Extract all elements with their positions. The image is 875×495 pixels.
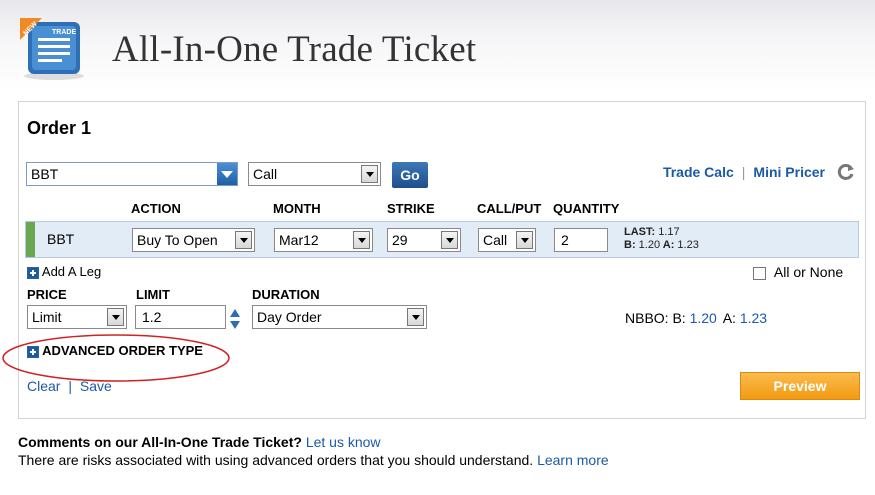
let-us-know-link[interactable]: Let us know <box>306 434 381 450</box>
mini-pricer-link[interactable]: Mini Pricer <box>753 164 825 180</box>
all-or-none-option[interactable]: All or None <box>753 264 843 280</box>
ask-label: A: <box>662 239 675 251</box>
chevron-down-icon[interactable] <box>107 308 124 326</box>
limit-price-input[interactable]: 1.2 <box>135 305 226 329</box>
preview-button[interactable]: Preview <box>740 372 860 400</box>
ask-value: 1.23 <box>677 239 699 251</box>
tool-links: Trade Calc | Mini Pricer <box>663 163 855 181</box>
limit-label: LIMIT <box>136 287 170 302</box>
refresh-icon[interactable] <box>837 163 855 181</box>
duration-label: DURATION <box>252 287 320 302</box>
nbbo-quote: NBBO: B: 1.20 A: 1.23 <box>625 310 767 326</box>
chevron-down-icon[interactable] <box>217 163 237 185</box>
page-title: All-In-One Trade Ticket <box>112 29 477 70</box>
chevron-down-icon[interactable] <box>235 231 252 249</box>
form-actions: Clear | Save <box>27 378 112 394</box>
last-label: LAST: <box>624 226 656 238</box>
column-call-put: CALL/PUT <box>477 201 542 216</box>
call-put-select-value: Call <box>483 232 508 248</box>
duration-select[interactable]: Day Order <box>252 305 427 329</box>
action-select[interactable]: Buy To Open <box>132 228 255 252</box>
comments-text: Comments on our All-In-One Trade Ticket? <box>18 434 302 450</box>
clear-link[interactable]: Clear <box>27 378 60 394</box>
advanced-order-type-label: ADVANCED ORDER TYPE <box>42 343 203 358</box>
leg-quote: LAST: 1.17 B: 1.20 A: 1.23 <box>624 226 699 252</box>
nbbo-bid: 1.20 <box>689 310 717 326</box>
annotation-ellipse <box>2 334 230 382</box>
advanced-order-type-toggle[interactable]: ADVANCED ORDER TYPE <box>27 343 203 358</box>
price-type-value: Limit <box>32 309 62 325</box>
option-type-value: Call <box>253 166 278 182</box>
plus-icon <box>27 345 39 358</box>
action-select-value: Buy To Open <box>137 232 218 248</box>
leg-symbol: BBT <box>47 231 75 247</box>
column-action: ACTION <box>131 201 181 216</box>
nbbo-label: NBBO: B: <box>625 310 686 326</box>
svg-text:TRADE: TRADE <box>52 29 76 36</box>
chevron-down-icon[interactable] <box>441 231 458 249</box>
order-panel: Order 1 BBT Call Go Trade Calc | Mini Pr… <box>2 101 866 419</box>
risk-text: There are risks associated with using ad… <box>18 452 534 468</box>
price-label: PRICE <box>27 287 67 302</box>
column-quantity: QUANTITY <box>553 201 620 216</box>
nbbo-ask-label: A: <box>722 310 736 326</box>
chevron-down-icon[interactable] <box>407 308 424 326</box>
action-separator: | <box>68 378 72 394</box>
learn-more-link[interactable]: Learn more <box>537 452 609 468</box>
nbbo-ask: 1.23 <box>739 310 768 326</box>
symbol-select-value: BBT <box>31 166 59 182</box>
all-or-none-checkbox[interactable] <box>753 266 766 280</box>
column-month: MONTH <box>273 201 321 216</box>
add-leg-button[interactable]: Add A Leg <box>27 264 101 279</box>
link-separator: | <box>741 164 746 180</box>
plus-icon <box>27 266 39 279</box>
call-put-select[interactable]: Call <box>478 228 536 252</box>
comments-line: Comments on our All-In-One Trade Ticket?… <box>18 434 381 450</box>
risk-disclosure: There are risks associated with using ad… <box>18 452 609 468</box>
trade-calc-link[interactable]: Trade Calc <box>663 164 734 180</box>
order-title: Order 1 <box>27 118 92 138</box>
chevron-down-icon[interactable] <box>353 231 370 249</box>
price-type-select[interactable]: Limit <box>27 305 127 329</box>
quantity-input[interactable]: 2 <box>554 228 608 252</box>
bid-value: 1.20 <box>638 239 661 251</box>
chevron-down-icon[interactable] <box>361 165 378 183</box>
duration-value: Day Order <box>257 309 322 325</box>
strike-select-value: 29 <box>392 232 408 248</box>
bid-label: B: <box>624 239 636 251</box>
month-select[interactable]: Mar12 <box>274 228 373 252</box>
trade-ticket-logo-icon: TRADE NEW <box>18 16 86 82</box>
spinner-icon[interactable] <box>229 308 241 330</box>
go-button[interactable]: Go <box>392 162 428 188</box>
strike-select[interactable]: 29 <box>387 228 461 252</box>
last-value: 1.17 <box>658 226 680 238</box>
column-strike: STRIKE <box>387 201 435 216</box>
leg-indicator <box>26 222 35 257</box>
chevron-down-icon[interactable] <box>516 231 533 249</box>
leg-row: BBT Buy To Open Mar12 29 Call 2 LAST: 1.… <box>25 221 859 258</box>
save-link[interactable]: Save <box>80 378 112 394</box>
all-or-none-label: All or None <box>773 264 844 280</box>
option-type-select[interactable]: Call <box>248 162 381 186</box>
month-select-value: Mar12 <box>279 232 319 248</box>
add-leg-label: Add A Leg <box>41 264 102 279</box>
symbol-select[interactable]: BBT <box>26 162 238 186</box>
